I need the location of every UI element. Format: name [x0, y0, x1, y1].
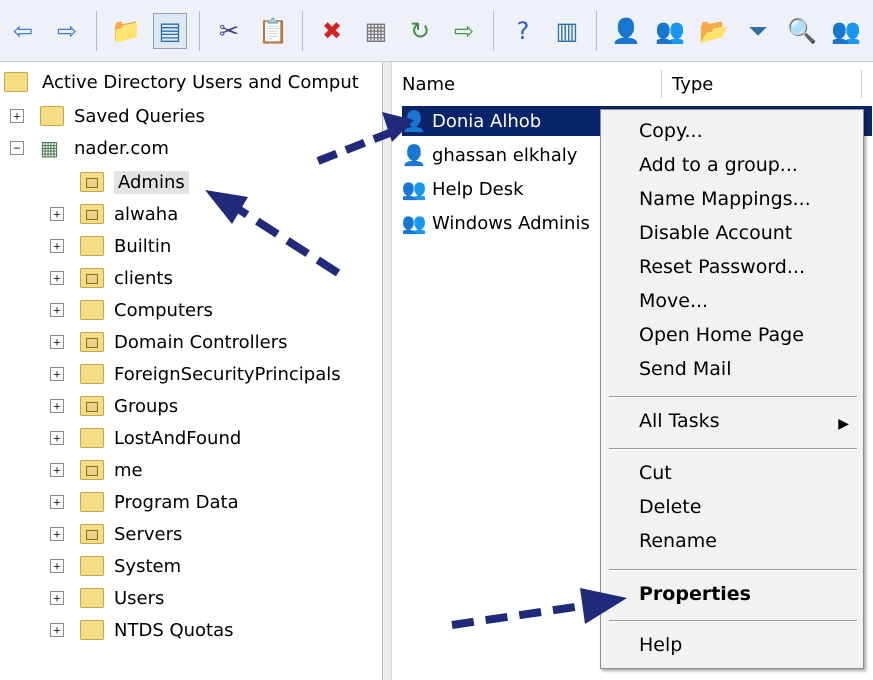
arrow-to-admins: [205, 190, 341, 277]
annotation-arrows: [205, 112, 627, 629]
arrow-to-user: [316, 112, 414, 165]
arrow-to-properties: [451, 588, 627, 629]
